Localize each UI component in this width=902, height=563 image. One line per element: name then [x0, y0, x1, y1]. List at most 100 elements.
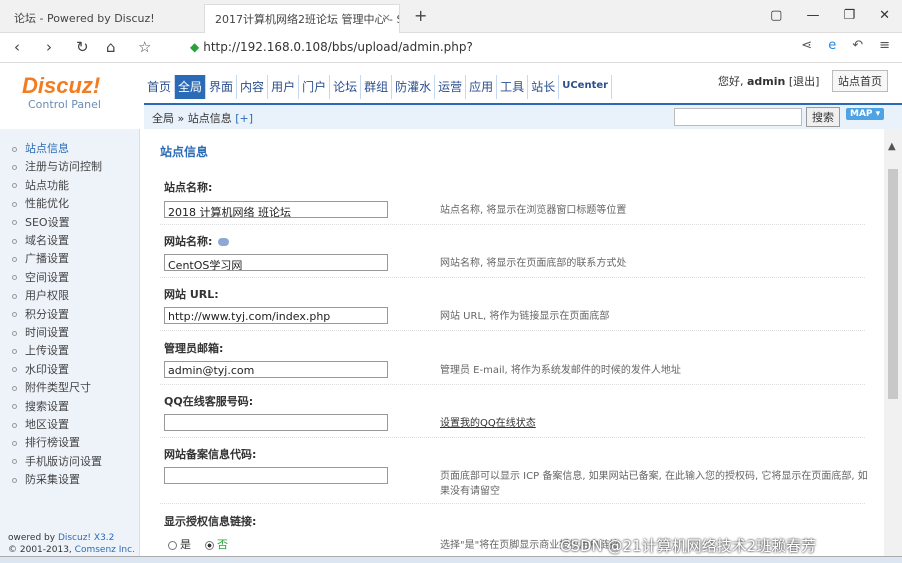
close-window-icon[interactable]: ✕ [879, 8, 890, 23]
site-name-input[interactable]: 2018 计算机网络 班论坛 [164, 201, 388, 218]
sidebar-item-label: 地区设置 [25, 418, 69, 431]
bullet-icon [12, 459, 17, 465]
back-icon[interactable]: ‹ [14, 38, 20, 56]
sidebar-item[interactable]: 搜索设置 [12, 398, 69, 414]
undo-icon[interactable]: ↶ [852, 38, 863, 53]
nav-item[interactable]: 防灌水 [392, 75, 436, 99]
field-label: 网站 URL: [164, 288, 219, 301]
sidebar-item[interactable]: 积分设置 [12, 306, 69, 322]
footer-company-link[interactable]: Comsenz Inc. [75, 545, 135, 555]
sidebar-item[interactable]: 用户权限 [12, 287, 69, 303]
bullet-icon [12, 201, 17, 207]
sidebar-item[interactable]: SEO设置 [12, 214, 70, 230]
nav-item[interactable]: 论坛 [330, 75, 362, 99]
forward-icon[interactable]: › [46, 38, 52, 56]
footer-brand-link[interactable]: Discuz! X3.2 [58, 533, 114, 543]
sidebar-item[interactable]: 注册与访问控制 [12, 158, 102, 174]
reload-icon[interactable]: ↻ [76, 38, 89, 56]
sidebar-item-label: 站点功能 [25, 178, 69, 192]
url-field[interactable]: ◆ http://192.168.0.108/bbs/upload/admin.p… [190, 40, 473, 54]
tab-list-icon[interactable]: ▢ [770, 8, 782, 23]
close-tab-icon[interactable]: × [382, 11, 391, 24]
sidebar-item-label: 排行榜设置 [25, 436, 80, 450]
sidebar-item[interactable]: 防采集设置 [12, 471, 80, 487]
website-name-input[interactable]: CentOS学习网 [164, 254, 388, 271]
sidebar-item[interactable]: 排行榜设置 [12, 434, 80, 450]
nav-item[interactable]: 全局 [175, 75, 207, 99]
nav-item[interactable]: 运营 [435, 75, 467, 99]
nav-item[interactable]: UCenter [559, 75, 613, 99]
browser-tab-admin[interactable]: 2017计算机网络2班论坛 管理中心 - S × [204, 4, 400, 33]
nav-item[interactable]: 站长 [528, 75, 560, 99]
admin-email-input[interactable]: admin@tyj.com [164, 361, 388, 378]
watermark: CSDN @21计算机网络技术2班赖春芳 [560, 537, 817, 555]
nav-item[interactable]: 界面 [206, 75, 238, 99]
sidebar-item[interactable]: 空间设置 [12, 269, 69, 285]
sidebar-item[interactable]: 站点功能 [12, 177, 69, 193]
scroll-up-icon[interactable]: ▲ [888, 141, 896, 152]
sidebar-item[interactable]: 性能优化 [12, 195, 69, 211]
nav-item[interactable]: 群组 [361, 75, 393, 99]
add-shortcut-link[interactable]: [+] [235, 112, 253, 125]
browser-tab-forum[interactable]: 论坛 - Powered by Discuz! [4, 4, 200, 33]
bullet-icon [12, 404, 17, 410]
bookmark-star-icon[interactable]: ☆ [138, 38, 151, 56]
qq-status-link[interactable]: 设置我的QQ在线状态 [440, 416, 870, 431]
nav-item[interactable]: 应用 [466, 75, 498, 99]
content-scrollbar[interactable]: ▲ [884, 129, 902, 563]
sidebar-item[interactable]: 水印设置 [12, 361, 69, 377]
sidebar-item[interactable]: 域名设置 [12, 232, 69, 248]
field-desc: 管理员 E-mail, 将作为系统发邮件的时候的发件人地址 [440, 365, 681, 376]
search-button[interactable]: 搜索 [806, 107, 840, 127]
radio-yes[interactable] [168, 540, 177, 550]
user-info: 您好, admin [退出] [718, 73, 819, 89]
website-url-input[interactable]: http://www.tyj.com/index.php [164, 307, 388, 324]
bullet-icon [12, 367, 17, 373]
new-tab-icon[interactable]: + [414, 6, 427, 25]
scroll-thumb[interactable] [888, 169, 898, 399]
nav-item[interactable]: 工具 [497, 75, 529, 99]
icp-code-input[interactable] [164, 467, 388, 484]
sidebar: 站点信息注册与访问控制站点功能性能优化 SEO设置域名设置广播设置空间设置用户权限… [0, 129, 140, 563]
sidebar-item-label: 手机版访问设置 [25, 454, 102, 468]
map-button[interactable]: MAP ▾ [846, 108, 885, 120]
menu-icon[interactable]: ≡ [879, 38, 890, 53]
ie-icon[interactable]: e [828, 38, 836, 53]
sidebar-item[interactable]: 上传设置 [12, 342, 69, 358]
sidebar-item-label: 广播设置 [25, 252, 69, 266]
bullet-icon [12, 164, 17, 170]
restore-icon[interactable]: ❐ [843, 8, 855, 23]
sidebar-item-label: 时间设置 [25, 326, 69, 339]
sidebar-item[interactable]: 站点信息 [12, 140, 69, 156]
admin-search-input[interactable] [674, 108, 802, 126]
nav-item[interactable]: 门户 [299, 75, 331, 99]
sidebar-item[interactable]: 附件类型尺寸 [12, 379, 91, 395]
divider [160, 503, 865, 504]
minimize-icon[interactable]: — [806, 8, 819, 23]
username: admin [747, 75, 786, 88]
sidebar-item[interactable]: 时间设置 [12, 324, 69, 340]
field-label-text: 网站名称: [164, 235, 213, 248]
breadcrumb-bar: 全局 » 站点信息 [+] 搜索 MAP ▾ [144, 103, 902, 129]
share-icon[interactable]: ⋖ [801, 38, 812, 53]
sidebar-item-label: 积分设置 [25, 307, 69, 321]
bullet-icon [12, 256, 17, 262]
radio-no[interactable] [205, 540, 214, 550]
logout-link[interactable]: [退出] [789, 75, 820, 88]
sidebar-item[interactable]: 手机版访问设置 [12, 453, 102, 469]
home-icon[interactable]: ⌂ [106, 38, 116, 56]
nav-item[interactable]: 内容 [237, 75, 269, 99]
sidebar-item-label: 空间设置 [25, 270, 69, 284]
nav-item[interactable]: 用户 [268, 75, 300, 99]
sidebar-item[interactable]: 广播设置 [12, 250, 69, 266]
sidebar-item-label: 防采集设置 [25, 473, 80, 487]
field-label: 管理员邮箱: [164, 342, 224, 355]
window-controls: ▢ — ❐ ✕ [770, 8, 890, 23]
nav-item[interactable]: 首页 [144, 75, 176, 99]
sidebar-footer: owered by Discuz! X3.2 © 2001-2013, Comse… [8, 532, 135, 556]
bullet-icon [12, 146, 17, 152]
divider [160, 330, 865, 331]
site-home-button[interactable]: 站点首页 [832, 70, 888, 92]
qq-service-input[interactable] [164, 414, 388, 431]
sidebar-item[interactable]: 地区设置 [12, 416, 69, 432]
